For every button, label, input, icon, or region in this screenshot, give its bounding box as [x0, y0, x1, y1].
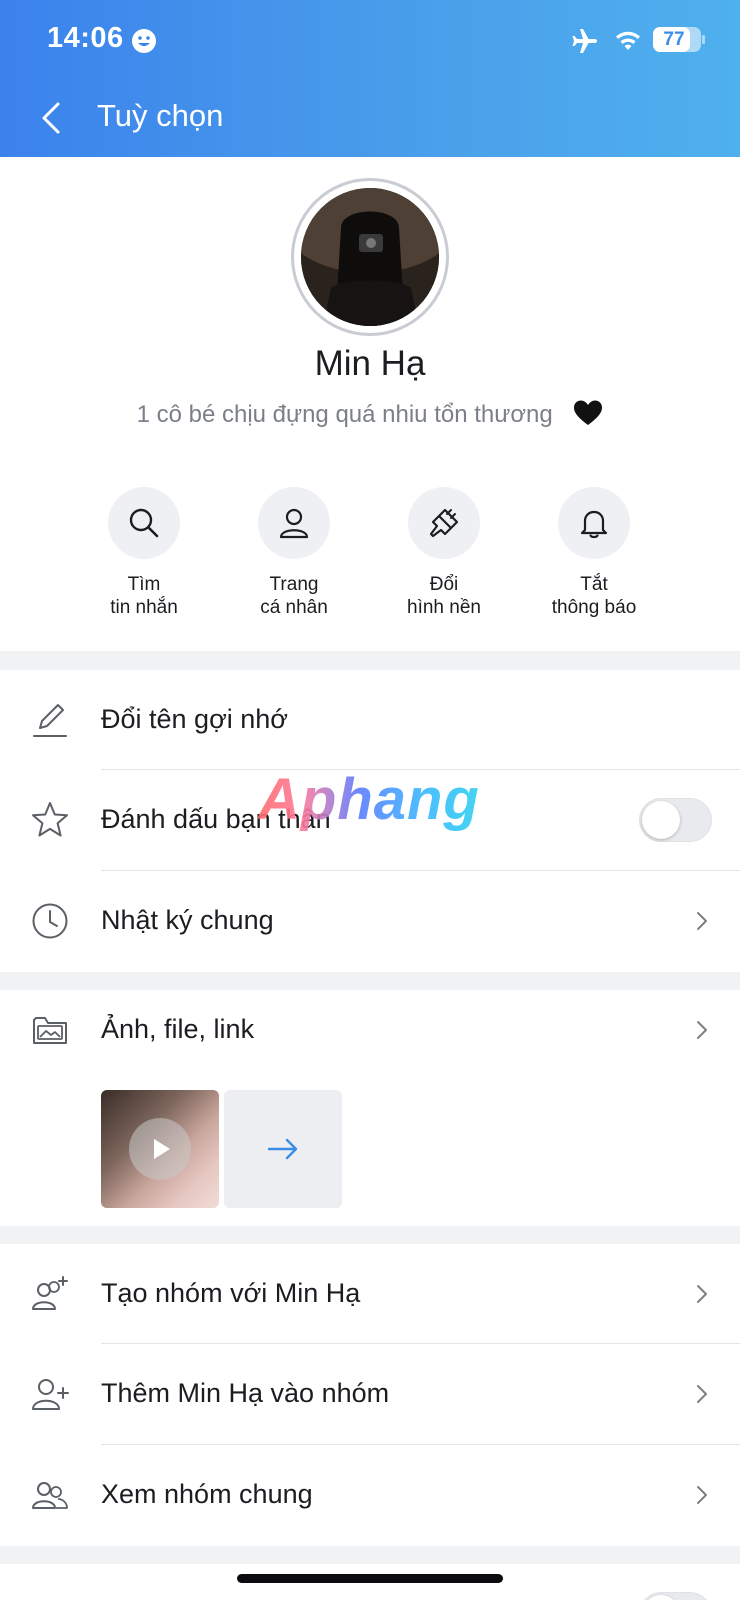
avatar[interactable]	[301, 188, 439, 326]
group-add-icon	[32, 1276, 68, 1310]
smiley-icon	[132, 29, 156, 53]
action-label-line2: thông báo	[551, 597, 637, 618]
action-label-line1: Tìm	[127, 574, 161, 595]
status-bar: 14:06 77	[0, 0, 740, 80]
groups-section: Tạo nhóm với Min Hạ Thêm Min Hạ vào nhóm…	[0, 1244, 740, 1546]
battery-icon: 77	[653, 27, 701, 52]
action-label-line1: Đổi	[429, 574, 459, 595]
best-friend-toggle[interactable]	[639, 798, 712, 842]
row-label: Ảnh, file, link	[101, 1014, 255, 1044]
pencil-icon	[33, 704, 67, 737]
paint-brush-icon	[429, 508, 459, 538]
profile-status-text: 1 cô bé chịu đựng quá nhiu tổn thương	[136, 401, 553, 428]
star-icon	[32, 802, 68, 837]
row-label: Thêm Min Hạ vào nhóm	[101, 1378, 390, 1408]
black-heart-icon	[574, 400, 603, 425]
see-more-media-button[interactable]	[224, 1090, 342, 1208]
action-label-line2: hình nền	[407, 597, 481, 618]
avatar-ring	[291, 178, 449, 336]
back-button[interactable]	[34, 98, 70, 138]
row-label: Nhật ký chung	[101, 905, 274, 935]
arrow-right-icon	[267, 1138, 298, 1160]
search-messages-button[interactable]: Tìm tin nhắn	[69, 487, 219, 619]
photo-folder-icon	[33, 1017, 67, 1044]
profile-page-button[interactable]: Trang cá nhân	[219, 487, 369, 619]
wifi-icon	[616, 31, 640, 50]
chevron-right-icon	[697, 1385, 707, 1403]
row-label: Xem nhóm chung	[101, 1479, 313, 1509]
airplane-icon	[572, 29, 597, 53]
page-title: Tuỳ chọn	[97, 98, 224, 133]
rename-row[interactable]: Đổi tên gợi nhớ	[0, 670, 740, 770]
common-groups-row[interactable]: Xem nhóm chung	[0, 1445, 740, 1545]
chevron-right-icon	[697, 1021, 707, 1039]
quick-actions: Tìm tin nhắn Trang cá nhân Đổi hình nền …	[0, 487, 740, 627]
action-label-line2: tin nhắn	[110, 597, 178, 618]
row-label: Tạo nhóm với Min Hạ	[101, 1278, 361, 1308]
action-label: Tắt thông báo	[519, 573, 669, 619]
action-label-line2: cá nhân	[260, 597, 328, 618]
profile-card: Min Hạ 1 cô bé chịu đựng quá nhiu tổn th…	[0, 157, 740, 651]
action-circle	[108, 487, 180, 559]
action-label-line1: Trang	[269, 574, 319, 595]
home-indicator	[237, 1574, 503, 1583]
battery-level: 77	[663, 29, 685, 50]
chevron-right-icon	[697, 1486, 707, 1504]
action-label: Tìm tin nhắn	[69, 573, 219, 619]
watermark: Aphang	[258, 767, 480, 832]
toggle-knob	[642, 1595, 680, 1600]
action-circle	[258, 487, 330, 559]
action-label: Trang cá nhân	[219, 573, 369, 619]
create-group-row[interactable]: Tạo nhóm với Min Hạ	[0, 1244, 740, 1344]
search-icon	[129, 508, 159, 538]
action-label: Đổi hình nền	[369, 573, 519, 619]
status-time: 14:06	[47, 22, 124, 54]
partial-toggle[interactable]	[639, 1592, 712, 1600]
action-circle	[558, 487, 630, 559]
add-to-group-row[interactable]: Thêm Min Hạ vào nhóm	[0, 1344, 740, 1444]
group-icon	[32, 1482, 68, 1509]
battery-tip	[702, 35, 705, 44]
change-wallpaper-button[interactable]: Đổi hình nền	[369, 487, 519, 619]
action-circle	[408, 487, 480, 559]
action-label-line1: Tắt	[580, 574, 608, 595]
mute-notifications-button[interactable]: Tắt thông báo	[519, 487, 669, 619]
avatar-photo	[301, 188, 439, 326]
person-icon	[279, 508, 309, 539]
clock-icon	[32, 903, 68, 939]
media-row[interactable]: Ảnh, file, link	[0, 990, 740, 1090]
profile-status-line: 1 cô bé chịu đựng quá nhiu tổn thương	[0, 400, 740, 429]
media-thumbnail-video[interactable]	[101, 1090, 219, 1208]
chevron-right-icon	[697, 912, 707, 930]
person-add-icon	[32, 1379, 69, 1410]
shared-diary-row[interactable]: Nhật ký chung	[0, 871, 740, 971]
bell-icon	[580, 510, 608, 539]
row-label: Đổi tên gợi nhớ	[101, 704, 289, 734]
chevron-right-icon	[697, 1285, 707, 1303]
header: 14:06 77 Tuỳ chọn	[0, 0, 740, 157]
play-icon	[129, 1118, 191, 1180]
profile-name: Min Hạ	[314, 344, 426, 383]
toggle-knob	[642, 801, 680, 839]
